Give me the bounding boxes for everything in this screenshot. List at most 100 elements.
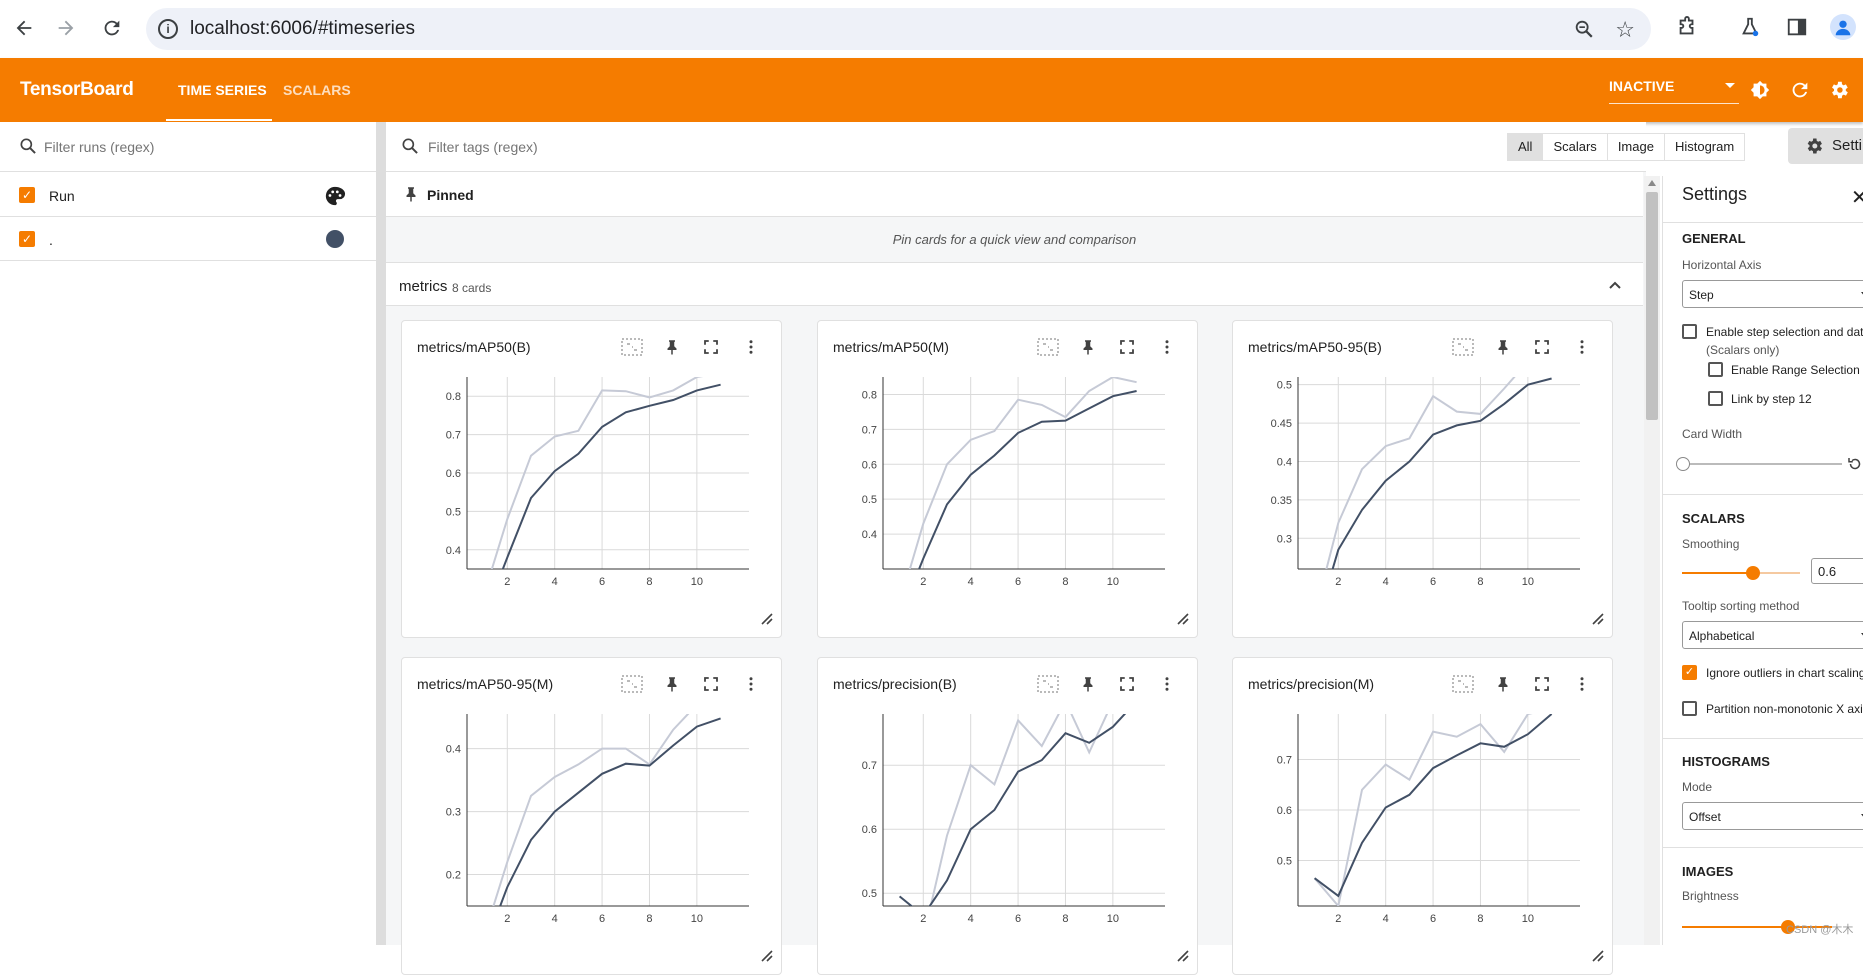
theme-toggle-button[interactable] — [1748, 78, 1772, 102]
line-chart[interactable]: 2 4 6 8 10 0.5 0.6 0.7 — [818, 706, 1197, 946]
resize-handle-icon[interactable] — [1590, 948, 1604, 962]
url-text: localhost:6006/#timeseries — [190, 18, 415, 39]
resize-handle-icon[interactable] — [759, 611, 773, 625]
resize-handle-icon[interactable] — [1175, 611, 1189, 625]
reload-button[interactable] — [98, 14, 126, 42]
line-chart[interactable]: 2 4 6 8 10 0.5 0.6 0.7 — [1233, 706, 1612, 946]
plugin-select[interactable]: INACTIVE — [1609, 78, 1739, 104]
tensorboard-logo[interactable]: TensorBoard — [20, 79, 134, 101]
fullscreen-icon[interactable] — [1115, 335, 1139, 359]
card-width-slider-knob[interactable] — [1676, 457, 1690, 471]
group-name: metrics — [399, 278, 448, 295]
labs-button[interactable] — [1737, 14, 1763, 40]
back-button[interactable] — [10, 14, 38, 42]
chart-card[interactable]: metrics/mAP50-95(M) 2 4 6 8 10 0.2 0.3 0.4 — [401, 657, 782, 975]
side-panel-button[interactable] — [1784, 14, 1810, 40]
card-title: metrics/mAP50(M) — [833, 339, 949, 355]
type-filter-image[interactable]: Image — [1608, 134, 1665, 160]
range-selection-checkbox[interactable] — [1708, 362, 1723, 377]
partition-checkbox[interactable] — [1682, 701, 1697, 716]
more-vert-icon[interactable] — [1570, 672, 1594, 696]
line-chart[interactable]: 2 4 6 8 10 0.2 0.3 0.4 — [402, 706, 781, 946]
side-panel-icon — [1787, 18, 1807, 36]
more-vert-icon[interactable] — [1155, 335, 1179, 359]
tab-scalars[interactable]: SCALARS — [283, 82, 351, 98]
more-vert-icon[interactable] — [739, 672, 763, 696]
profile-button[interactable] — [1830, 14, 1856, 40]
more-vert-icon[interactable] — [739, 335, 763, 359]
step-selection-sub: (Scalars only) — [1706, 343, 1780, 357]
chevron-up-icon[interactable] — [1607, 277, 1623, 293]
runs-filter[interactable]: Filter runs (regex) — [0, 122, 376, 172]
chart-card[interactable]: metrics/mAP50(M) 2 4 6 8 10 0.4 0.5 0.6 0.7 0.8 — [817, 320, 1198, 638]
fullscreen-icon[interactable] — [1530, 672, 1554, 696]
fit-domain-icon[interactable] — [620, 672, 644, 696]
smoothing-input[interactable]: 0.6 — [1811, 558, 1863, 584]
line-chart[interactable]: 2 4 6 8 10 0.4 0.5 0.6 0.7 0.8 — [402, 369, 781, 609]
forward-button[interactable] — [52, 14, 80, 42]
resize-handle-icon[interactable] — [1175, 948, 1189, 962]
histogram-mode-select[interactable]: Offset — [1682, 802, 1863, 830]
run-row[interactable]: ✓ . — [0, 217, 376, 261]
type-filter-all[interactable]: All — [1508, 134, 1544, 160]
card-group-header[interactable]: metrics 8 cards — [386, 262, 1643, 306]
tab-time-series[interactable]: TIME SERIES — [178, 82, 267, 98]
resize-handle-icon[interactable] — [1590, 611, 1604, 625]
fit-domain-icon[interactable] — [620, 335, 644, 359]
fit-domain-icon[interactable] — [1036, 335, 1060, 359]
palette-icon[interactable] — [324, 185, 346, 207]
reset-icon[interactable] — [1846, 455, 1863, 473]
pin-icon[interactable] — [1076, 672, 1100, 696]
run-column-label: Run — [49, 188, 75, 204]
refresh-button[interactable] — [1788, 78, 1812, 102]
select-all-runs-checkbox[interactable]: ✓ — [19, 187, 35, 203]
resize-handle-icon[interactable] — [759, 948, 773, 962]
fit-domain-icon[interactable] — [1036, 672, 1060, 696]
more-vert-icon[interactable] — [1570, 335, 1594, 359]
settings-gear-button[interactable] — [1827, 78, 1851, 102]
run-color-swatch[interactable] — [326, 230, 344, 248]
line-chart[interactable]: 2 4 6 8 10 0.4 0.5 0.6 0.7 0.8 — [818, 369, 1197, 609]
close-icon[interactable]: ✕ — [1851, 185, 1863, 210]
fullscreen-icon[interactable] — [1530, 335, 1554, 359]
card-width-track[interactable] — [1682, 463, 1842, 465]
type-filter-histogram[interactable]: Histogram — [1665, 134, 1744, 160]
smoothing-slider-knob[interactable] — [1746, 566, 1760, 580]
main-scrollbar[interactable] — [1644, 176, 1660, 945]
extensions-button[interactable] — [1674, 14, 1700, 40]
chart-card[interactable]: metrics/precision(M) 2 4 6 8 10 0.5 0.6 0.7 — [1232, 657, 1613, 975]
sidebar-resize-handle[interactable] — [376, 122, 386, 945]
scrollbar-thumb[interactable] — [1646, 192, 1658, 420]
pin-icon[interactable] — [1076, 335, 1100, 359]
chart-card[interactable]: metrics/mAP50(B) 2 4 6 8 10 0.4 0.5 0.6 0.7 0.8 — [401, 320, 782, 638]
site-info-icon[interactable]: i — [158, 19, 178, 39]
pin-icon[interactable] — [660, 335, 684, 359]
bookmark-star-icon[interactable]: ☆ — [1615, 17, 1635, 43]
fit-domain-icon[interactable] — [1451, 335, 1475, 359]
horizontal-axis-select[interactable]: Step — [1682, 280, 1863, 308]
fullscreen-icon[interactable] — [699, 672, 723, 696]
pin-icon[interactable] — [1491, 672, 1515, 696]
link-by-step-checkbox[interactable] — [1708, 391, 1723, 406]
pin-icon[interactable] — [660, 672, 684, 696]
step-selection-checkbox[interactable] — [1682, 324, 1697, 339]
y-tick-label: 0.4 — [1277, 456, 1292, 468]
ignore-outliers-checkbox[interactable]: ✓ — [1682, 665, 1697, 680]
fullscreen-icon[interactable] — [699, 335, 723, 359]
tooltip-sort-select[interactable]: Alphabetical — [1682, 621, 1863, 649]
tag-filter-input[interactable]: Filter tags (regex) — [428, 139, 538, 155]
line-chart[interactable]: 2 4 6 8 10 0.3 0.35 0.4 0.45 0.5 — [1233, 369, 1612, 609]
chart-card[interactable]: metrics/precision(B) 2 4 6 8 10 0.5 0.6 0.7 — [817, 657, 1198, 975]
type-filter-scalars[interactable]: Scalars — [1543, 134, 1608, 160]
fit-domain-icon[interactable] — [1451, 672, 1475, 696]
zoom-icon[interactable] — [1573, 18, 1595, 40]
chart-card[interactable]: metrics/mAP50-95(B) 2 4 6 8 10 0.3 0.35 0.4 0.45 0… — [1232, 320, 1613, 638]
run-checkbox[interactable]: ✓ — [19, 231, 35, 247]
pin-icon[interactable] — [1491, 335, 1515, 359]
more-vert-icon[interactable] — [1155, 672, 1179, 696]
x-tick-label: 10 — [1107, 576, 1119, 588]
scroll-up-arrow-icon[interactable] — [1648, 180, 1656, 186]
fullscreen-icon[interactable] — [1115, 672, 1139, 696]
address-bar[interactable]: i localhost:6006/#timeseries ☆ — [146, 8, 1651, 50]
settings-toggle-button[interactable]: Settings — [1788, 128, 1863, 164]
